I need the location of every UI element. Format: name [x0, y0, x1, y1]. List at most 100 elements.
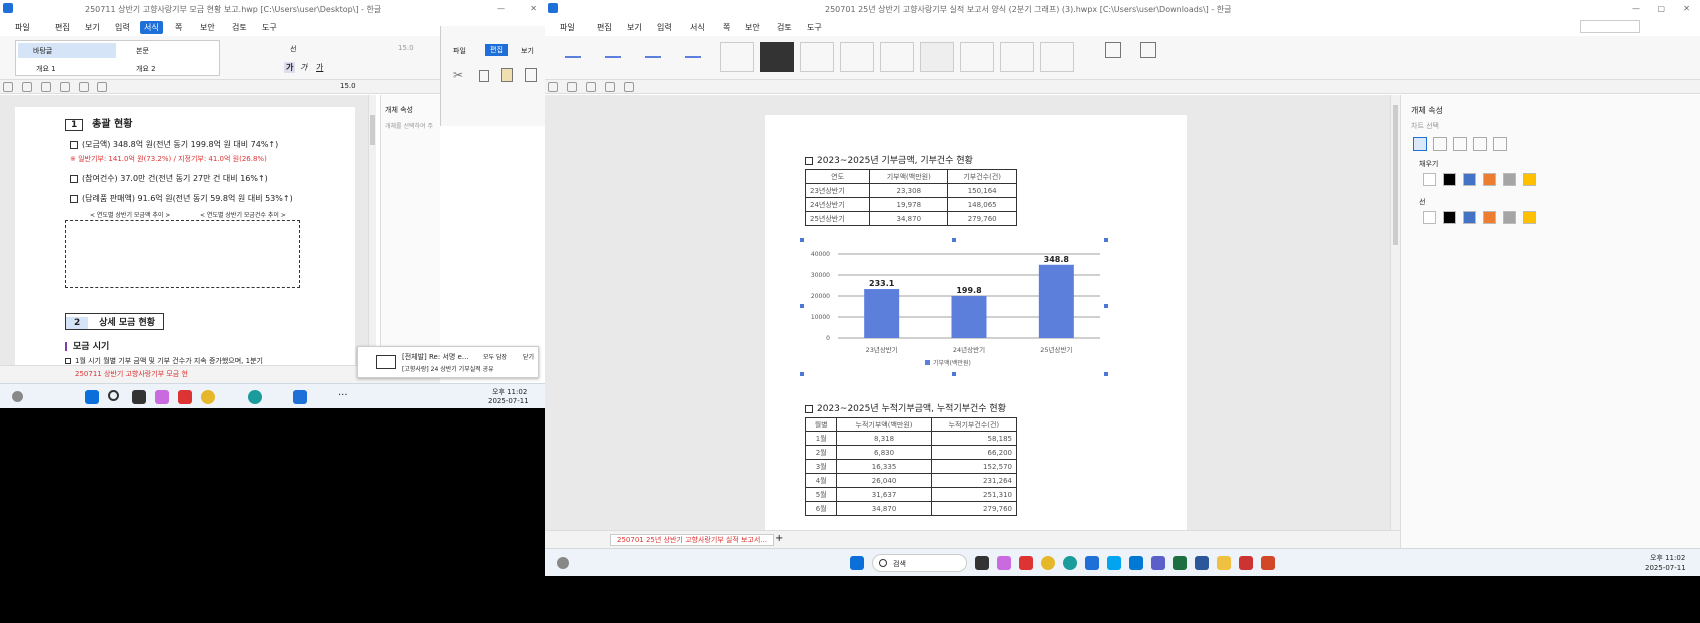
chart-style-3[interactable] — [800, 42, 834, 72]
chart-style-4[interactable] — [840, 42, 874, 72]
weather-icon[interactable] — [557, 557, 569, 569]
menu-edit[interactable]: 편집 — [597, 22, 612, 33]
menu-view[interactable]: 보기 — [627, 22, 642, 33]
powerpoint-icon[interactable] — [1261, 556, 1275, 570]
chart-icon-3[interactable] — [645, 42, 661, 58]
clip-tab-file[interactable]: 파일 — [453, 46, 466, 56]
mail-icon[interactable] — [1129, 556, 1143, 570]
selection-handle[interactable] — [1104, 238, 1108, 242]
new-doc-icon[interactable] — [548, 82, 558, 92]
menu-page[interactable]: 쪽 — [175, 22, 182, 33]
chart-icon-2[interactable] — [605, 42, 621, 58]
open-icon[interactable] — [566, 82, 577, 92]
scroll-thumb[interactable] — [370, 115, 375, 145]
minimize-button[interactable]: — — [497, 4, 505, 13]
layout-icon[interactable] — [1493, 137, 1507, 151]
hwp-taskbar-icon[interactable] — [1085, 556, 1099, 570]
table1[interactable]: 연도 기부액(백만원) 기부건수(건) 23년상반기 23,308 150,16… — [804, 169, 1017, 226]
reply-all-button[interactable]: 모두 답장 — [483, 352, 507, 361]
menu-insert[interactable]: 입력 — [657, 22, 672, 33]
menu-review[interactable]: 검토 — [777, 22, 792, 33]
swatch-white[interactable] — [1423, 173, 1436, 186]
selection-handle[interactable] — [800, 238, 804, 242]
menu-security[interactable]: 보안 — [745, 22, 760, 33]
style-item-2[interactable]: 본문 — [136, 46, 149, 56]
chart-style-5[interactable] — [880, 42, 914, 72]
hwp-taskbar-icon[interactable] — [293, 390, 307, 404]
chart-style-6[interactable] — [920, 42, 954, 72]
chart-style-1[interactable] — [720, 42, 754, 72]
selection-handle[interactable] — [800, 304, 804, 308]
menu-view[interactable]: 보기 — [85, 22, 100, 33]
open-icon[interactable] — [21, 82, 32, 92]
chrome-icon[interactable] — [201, 390, 215, 404]
file-explorer-icon[interactable] — [975, 556, 989, 570]
menu-format[interactable]: 서식 — [690, 22, 705, 33]
effect-icon[interactable] — [1453, 137, 1467, 151]
italic-icon[interactable]: 가 — [300, 62, 307, 73]
teams-icon[interactable] — [1151, 556, 1165, 570]
left-clock-time[interactable]: 오후 11:02 — [492, 387, 527, 397]
weather-icon[interactable] — [12, 391, 23, 402]
chart-icon-4[interactable] — [685, 42, 701, 58]
app-icon[interactable] — [1107, 556, 1121, 570]
chart-icon-5[interactable] — [1105, 42, 1121, 58]
print-icon[interactable] — [59, 82, 70, 92]
swatch-blue[interactable] — [1463, 211, 1476, 224]
menu-file[interactable]: 파일 — [15, 22, 30, 33]
close-button[interactable]: ✕ — [530, 4, 537, 13]
add-tab-button[interactable]: + — [775, 533, 783, 544]
notification-toast[interactable]: [전체발] Re: 서명 e... [고향사랑] 24 상반기 기부실적 공유 … — [357, 346, 539, 378]
font-size-box[interactable]: 15.0 — [398, 44, 414, 52]
scroll-thumb[interactable] — [1393, 105, 1398, 245]
swatch-blue[interactable] — [1463, 173, 1476, 186]
maximize-button[interactable]: ▢ — [1657, 4, 1665, 13]
paste-icon[interactable] — [501, 68, 513, 82]
save-icon[interactable] — [585, 82, 596, 92]
word-icon[interactable] — [1195, 556, 1209, 570]
format-painter-icon[interactable] — [525, 68, 537, 82]
panel-sub[interactable]: 차트 선택 — [1411, 121, 1439, 131]
right-clock-time[interactable]: 오후 11:02 — [1650, 553, 1685, 563]
swatch-orange[interactable] — [1483, 173, 1496, 186]
edge-icon[interactable] — [248, 390, 262, 404]
style-gallery[interactable]: 바탕글 본문 개요 1 개요 2 — [15, 40, 220, 76]
print-icon[interactable] — [604, 82, 615, 92]
cut-icon[interactable]: ✂ — [453, 68, 463, 82]
fill-icon[interactable] — [1473, 137, 1487, 151]
save-icon[interactable] — [40, 82, 51, 92]
swatch-orange[interactable] — [1483, 211, 1496, 224]
selection-handle[interactable] — [1104, 304, 1108, 308]
pen-icon[interactable] — [1413, 137, 1427, 151]
folder-icon[interactable] — [1217, 556, 1231, 570]
underline-icon[interactable]: 가 — [316, 62, 323, 73]
fill-group-label[interactable]: 채우기 — [1419, 159, 1438, 169]
document-tab[interactable]: 250711 상반기 고향사랑기부 모금 현 — [75, 369, 188, 379]
close-button[interactable]: ✕ — [1683, 4, 1690, 13]
menu-review[interactable]: 검토 — [232, 22, 247, 33]
shape-icon[interactable] — [1433, 137, 1447, 151]
bold-icon[interactable]: 가 — [284, 62, 296, 73]
chrome-icon[interactable] — [1041, 556, 1055, 570]
redo-icon[interactable] — [97, 82, 108, 92]
left-clock-date[interactable]: 2025-07-11 — [488, 397, 529, 405]
selection-handle[interactable] — [1104, 372, 1108, 376]
table2[interactable]: 월별 누적기부액(백만원) 누적기부건수(건) 1월 8,318 58,185 2월… — [804, 417, 1018, 516]
chart-style-gallery[interactable] — [720, 40, 1090, 76]
acrobat-icon[interactable] — [178, 390, 192, 404]
clip-tab-edit[interactable]: 편집 — [485, 44, 508, 56]
selection-handle[interactable] — [800, 372, 804, 376]
swatch-yellow[interactable] — [1523, 211, 1536, 224]
windows-start-icon[interactable] — [85, 390, 99, 404]
selection-handle[interactable] — [952, 372, 956, 376]
menu-file[interactable]: 파일 — [560, 22, 575, 33]
copilot-icon[interactable] — [155, 390, 169, 404]
style-item-4[interactable]: 개요 2 — [136, 64, 156, 74]
chart-style-9[interactable] — [1040, 42, 1074, 72]
menu-page[interactable]: 쪽 — [723, 22, 730, 33]
excel-icon[interactable] — [1173, 556, 1187, 570]
chart-style-2-selected[interactable] — [760, 42, 794, 72]
menu-format[interactable]: 서식 — [140, 21, 163, 34]
taskbar-search-box[interactable]: 검색 — [872, 554, 967, 572]
menu-tools[interactable]: 도구 — [807, 22, 822, 33]
